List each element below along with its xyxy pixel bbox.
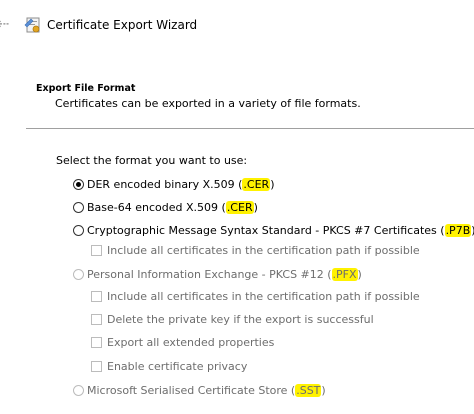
radio-button-icon — [73, 268, 84, 280]
pfx-include-path-checkbox: Include all certificates in the certific… — [91, 288, 420, 304]
checkbox-icon — [91, 360, 102, 372]
format-option-label: Personal Information Exchange - PKCS #12… — [87, 267, 332, 281]
radio-button-icon[interactable] — [73, 224, 84, 236]
format-option-label: Cryptographic Message Syntax Standard - … — [87, 223, 445, 237]
format-extension: .CER — [242, 177, 271, 191]
format-option-der[interactable]: DER encoded binary X.509 (.CER) — [73, 176, 274, 192]
format-option-p7b[interactable]: Cryptographic Message Syntax Standard - … — [73, 222, 474, 238]
format-option-sst: Microsoft Serialised Certificate Store (… — [73, 382, 326, 398]
format-extension: .P7B — [444, 223, 472, 237]
radio-button-icon[interactable] — [73, 178, 84, 190]
checkbox-label: Delete the private key if the export is … — [107, 312, 374, 326]
p7b-include-path-checkbox: Include all certificates in the certific… — [91, 242, 420, 258]
format-option-close: ) — [270, 177, 275, 191]
checkbox-label: Export all extended properties — [107, 335, 275, 349]
section-heading: Export File Format — [36, 83, 136, 94]
header-divider — [26, 128, 474, 129]
format-extension: .PFX — [331, 267, 358, 281]
format-option-base64[interactable]: Base-64 encoded X.509 (.CER) — [73, 199, 258, 215]
radio-button-icon — [73, 384, 84, 396]
section-description: Certificates can be exported in a variet… — [55, 97, 361, 110]
window-title: Certificate Export Wizard — [47, 18, 198, 32]
format-option-label: Base-64 encoded X.509 ( — [87, 200, 226, 214]
checkbox-label: Include all certificates in the certific… — [107, 243, 420, 257]
checkbox-icon — [91, 313, 102, 325]
checkbox-icon — [91, 290, 102, 302]
radio-button-icon[interactable] — [73, 201, 84, 213]
pfx-delete-key-checkbox: Delete the private key if the export is … — [91, 311, 374, 327]
format-prompt: Select the format you want to use: — [56, 154, 248, 167]
format-option-close: ) — [321, 383, 326, 397]
pfx-export-properties-checkbox: Export all extended properties — [91, 334, 274, 350]
checkbox-label: Include all certificates in the certific… — [107, 289, 420, 303]
title-bar: ⇠ Certificate Export Wizard — [0, 0, 474, 52]
checkbox-label: Enable certificate privacy — [107, 359, 248, 373]
checkbox-icon — [91, 244, 102, 256]
format-extension: .CER — [225, 200, 254, 214]
pfx-privacy-checkbox: Enable certificate privacy — [91, 358, 247, 374]
checkbox-icon — [91, 336, 102, 348]
format-option-label: DER encoded binary X.509 ( — [87, 177, 243, 191]
format-option-close: ) — [357, 267, 362, 281]
format-option-pfx: Personal Information Exchange - PKCS #12… — [73, 266, 362, 282]
format-extension: .SST — [295, 383, 322, 397]
format-option-close: ) — [253, 200, 258, 214]
certificate-wizard-icon — [24, 17, 40, 33]
back-arrow-icon[interactable]: ⇠ — [0, 14, 10, 34]
format-option-label: Microsoft Serialised Certificate Store ( — [87, 383, 296, 397]
